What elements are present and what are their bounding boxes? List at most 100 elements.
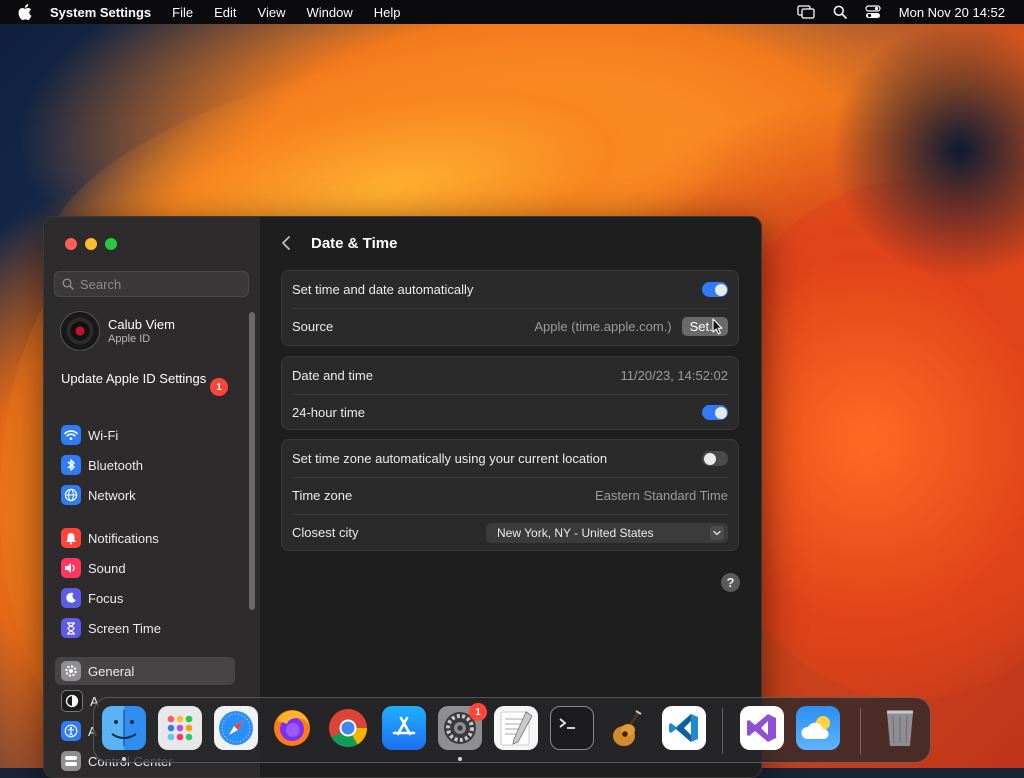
hour24-toggle[interactable] [702, 405, 728, 420]
auto-tz-toggle[interactable] [702, 451, 728, 466]
date-time-row: Date and time 11/20/23, 14:52:02 [282, 357, 738, 394]
time-zone-group: Set time zone automatically using your c… [281, 439, 739, 551]
date-time-value: 11/20/23, 14:52:02 [620, 368, 728, 383]
chevron-down-icon [710, 525, 724, 540]
account-subtitle: Apple ID [108, 333, 151, 345]
auto-time-label: Set time and date automatically [292, 282, 474, 297]
apple-menu-icon[interactable] [18, 4, 36, 20]
firefox-icon[interactable] [270, 706, 314, 750]
control-center-icon[interactable] [865, 5, 881, 19]
sidebar-item-label: Focus [88, 590, 124, 606]
menu-help[interactable]: Help [374, 5, 401, 20]
closest-city-select[interactable]: New York, NY - United States [486, 522, 728, 543]
bluetooth-icon [61, 455, 81, 475]
auto-time-group: Set time and date automatically Source A… [281, 270, 739, 346]
accessibility-icon [61, 721, 81, 741]
close-window-button[interactable] [65, 238, 77, 250]
sidebar-item-wifi[interactable]: Wi-Fi [55, 421, 235, 449]
auto-time-row: Set time and date automatically [282, 271, 738, 308]
menu-bar-clock[interactable]: Mon Nov 20 14:52 [899, 5, 1005, 20]
hour24-label: 24-hour time [292, 405, 365, 420]
moon-icon [61, 588, 81, 608]
source-label: Source [292, 319, 334, 334]
globe-icon [61, 485, 81, 505]
menu-window[interactable]: Window [306, 5, 352, 20]
content-header: Date & Time [261, 217, 761, 269]
garageband-icon[interactable] [606, 706, 650, 750]
sidebar-item-label: Bluetooth [88, 457, 143, 473]
zoom-window-button[interactable] [105, 238, 117, 250]
sidebar-search-field[interactable]: Search [54, 271, 249, 297]
speaker-icon [61, 558, 81, 578]
hourglass-icon [61, 618, 81, 638]
minimize-window-button[interactable] [85, 238, 97, 250]
menu-file[interactable]: File [172, 5, 193, 20]
control-center-icon [61, 751, 81, 771]
terminal-icon[interactable] [550, 706, 594, 750]
menu-view[interactable]: View [258, 5, 286, 20]
trash-icon[interactable] [878, 706, 922, 750]
spotlight-search-icon[interactable] [833, 5, 847, 19]
hour24-row: 24-hour time [282, 394, 738, 431]
window-controls [65, 238, 125, 250]
apple-id-account[interactable]: Calub Viem Apple ID [60, 311, 175, 351]
launchpad-icon[interactable] [158, 706, 202, 750]
source-value: Apple (time.apple.com.) [534, 319, 672, 334]
sidebar-item-bluetooth[interactable]: Bluetooth [55, 451, 235, 479]
chrome-icon[interactable] [326, 706, 370, 750]
bell-icon [61, 528, 81, 548]
auto-time-toggle[interactable] [702, 282, 728, 297]
auto-tz-label: Set time zone automatically using your c… [292, 451, 608, 466]
app-name-menu[interactable]: System Settings [50, 5, 151, 20]
sidebar-item-label: Screen Time [88, 620, 161, 636]
time-zone-label: Time zone [292, 488, 353, 503]
search-icon [62, 278, 74, 290]
sidebar-item-label: Network [88, 487, 136, 503]
finder-icon[interactable] [102, 706, 146, 750]
date-time-group: Date and time 11/20/23, 14:52:02 24-hour… [281, 356, 739, 430]
sidebar-scrollbar[interactable] [249, 312, 255, 610]
mouse-pointer-icon [712, 318, 723, 335]
chevron-left-icon [282, 236, 290, 250]
sidebar-item-label: Sound [88, 560, 126, 576]
visual-studio-icon[interactable] [740, 706, 784, 750]
menu-edit[interactable]: Edit [214, 5, 236, 20]
search-placeholder: Search [80, 276, 122, 292]
closest-city-value: New York, NY - United States [497, 525, 654, 540]
sidebar-item-sound[interactable]: Sound [55, 554, 235, 582]
sidebar-item-screen-time[interactable]: Screen Time [55, 614, 235, 642]
closest-city-label: Closest city [292, 525, 359, 540]
dock: 1 [93, 697, 931, 763]
vscode-icon[interactable] [662, 706, 706, 750]
closest-city-row: Closest city New York, NY - United State… [282, 514, 738, 551]
menu-bar: System Settings File Edit View Window He… [0, 0, 1024, 24]
update-badge: 1 [210, 378, 228, 396]
sidebar-item-label: General [88, 663, 135, 679]
auto-tz-row: Set time zone automatically using your c… [282, 440, 738, 477]
time-zone-value: Eastern Standard Time [595, 488, 728, 503]
sidebar-item-notifications[interactable]: Notifications [55, 524, 235, 552]
sidebar: Search Calub Viem Apple ID Update Apple … [44, 217, 261, 777]
update-apple-id-settings[interactable]: Update Apple ID Settings [61, 371, 231, 387]
textedit-icon[interactable] [494, 706, 538, 750]
app-store-icon[interactable] [382, 706, 426, 750]
back-button[interactable] [281, 235, 297, 251]
weather-icon[interactable] [796, 706, 840, 750]
date-time-label: Date and time [292, 368, 373, 383]
sidebar-item-label: Notifications [88, 530, 159, 546]
content-pane: Date & Time Set time and date automatica… [261, 217, 761, 777]
sidebar-item-label: Wi-Fi [88, 427, 119, 443]
screen-mirroring-icon[interactable] [797, 5, 815, 19]
sidebar-item-focus[interactable]: Focus [55, 584, 235, 612]
safari-icon[interactable] [214, 706, 258, 750]
wifi-icon [61, 425, 81, 445]
gear-icon [61, 661, 81, 681]
sidebar-item-general[interactable]: General [55, 657, 235, 685]
help-button[interactable]: ? [721, 573, 740, 592]
system-settings-badge: 1 [469, 703, 487, 721]
account-name: Calub Viem [108, 317, 175, 332]
sidebar-item-network[interactable]: Network [55, 481, 235, 509]
system-settings-window: Search Calub Viem Apple ID Update Apple … [43, 216, 762, 778]
page-title: Date & Time [311, 234, 398, 252]
time-zone-row: Time zone Eastern Standard Time [282, 477, 738, 514]
